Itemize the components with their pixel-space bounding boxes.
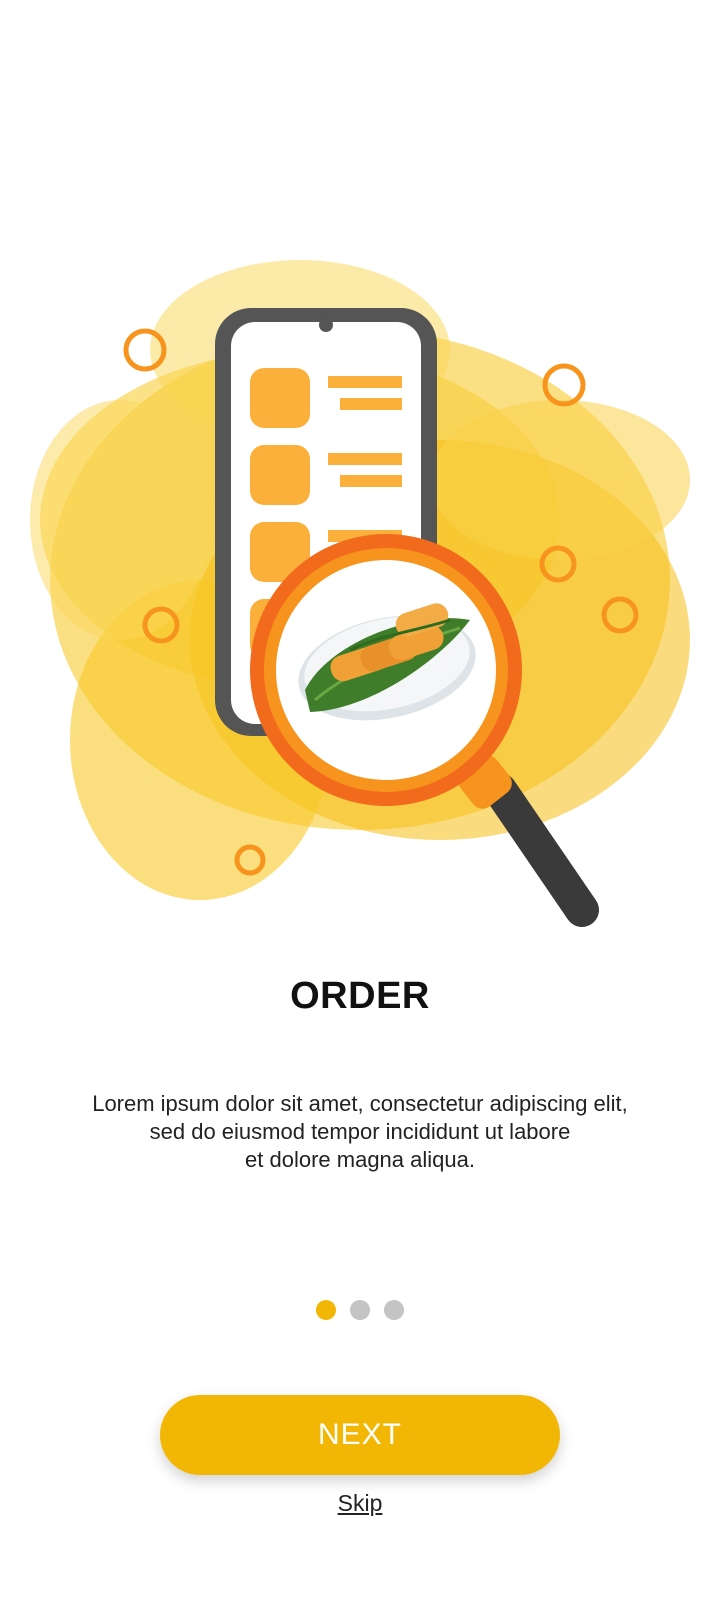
next-button[interactable]: NEXT: [160, 1395, 560, 1475]
page-dot-1-active[interactable]: [316, 1300, 336, 1320]
page-indicator: [0, 1300, 720, 1320]
onboarding-description: Lorem ipsum dolor sit amet, consectetur …: [60, 1090, 660, 1174]
description-line: et dolore magna aliqua.: [245, 1147, 475, 1172]
onboarding-illustration: [0, 220, 720, 960]
page-dot-3[interactable]: [384, 1300, 404, 1320]
onboarding-title: ORDER: [290, 975, 430, 1017]
onboarding-screen: ORDER Lorem ipsum dolor sit amet, consec…: [0, 0, 720, 1600]
skip-link[interactable]: Skip: [0, 1490, 720, 1517]
description-line: Lorem ipsum dolor sit amet, consectetur …: [92, 1091, 628, 1116]
description-line: sed do eiusmod tempor incididunt ut labo…: [149, 1119, 571, 1144]
page-dot-2[interactable]: [350, 1300, 370, 1320]
